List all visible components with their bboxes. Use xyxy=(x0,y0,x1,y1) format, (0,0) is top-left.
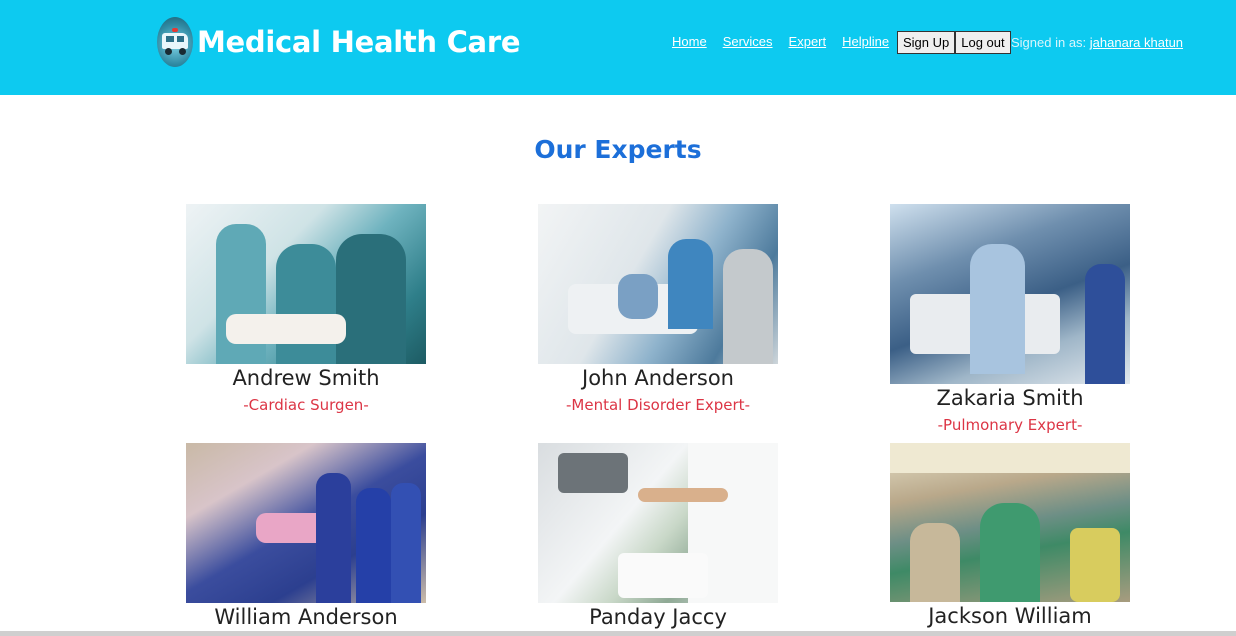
expert-card: Zakaria Smith -Pulmonary Expert- xyxy=(890,204,1130,434)
expert-photo xyxy=(890,204,1130,384)
brand[interactable]: Medical Health Care xyxy=(157,17,521,67)
expert-specialty: -Mental Disorder Expert- xyxy=(566,396,750,414)
site-title: Medical Health Care xyxy=(197,25,521,59)
nav-helpline-link[interactable]: Helpline xyxy=(842,34,889,49)
nav-expert-link[interactable]: Expert xyxy=(789,34,827,49)
expert-specialty: -Cardiac Surgen- xyxy=(243,396,369,414)
sign-up-button[interactable]: Sign Up xyxy=(897,31,956,54)
signed-in-user-link[interactable]: jahanara khatun xyxy=(1090,35,1183,50)
expert-photo xyxy=(538,204,778,364)
expert-name: William Anderson xyxy=(214,605,398,629)
auth-buttons: Sign Up Log out xyxy=(897,31,1011,54)
main-nav: Home Services Expert Helpline xyxy=(672,34,889,49)
expert-name: John Anderson xyxy=(582,366,734,390)
expert-specialty: -Pulmonary Expert- xyxy=(937,416,1083,434)
signed-in-status: Signed in as: jahanara khatun xyxy=(1011,35,1183,50)
expert-name: Panday Jaccy xyxy=(589,605,727,629)
top-navbar: Medical Health Care Home Services Expert… xyxy=(0,0,1236,95)
expert-photo xyxy=(890,443,1130,602)
expert-card: William Anderson xyxy=(186,443,426,635)
nav-home-link[interactable]: Home xyxy=(672,34,707,49)
horizontal-scrollbar[interactable] xyxy=(0,631,1236,636)
expert-card: John Anderson -Mental Disorder Expert- xyxy=(538,204,778,414)
expert-card: Andrew Smith -Cardiac Surgen- xyxy=(186,204,426,414)
expert-photo xyxy=(186,204,426,364)
expert-card: Panday Jaccy xyxy=(538,443,778,635)
expert-name: Andrew Smith xyxy=(232,366,380,390)
log-out-button[interactable]: Log out xyxy=(955,31,1011,54)
expert-photo xyxy=(186,443,426,603)
nav-services-link[interactable]: Services xyxy=(723,34,773,49)
expert-name: Zakaria Smith xyxy=(936,386,1084,410)
expert-card: Jackson William xyxy=(890,443,1130,634)
expert-name: Jackson William xyxy=(928,604,1092,628)
page-title: Our Experts xyxy=(534,135,702,164)
signed-in-prefix: Signed in as: xyxy=(1011,35,1087,50)
expert-photo xyxy=(538,443,778,603)
ambulance-icon xyxy=(157,17,193,67)
